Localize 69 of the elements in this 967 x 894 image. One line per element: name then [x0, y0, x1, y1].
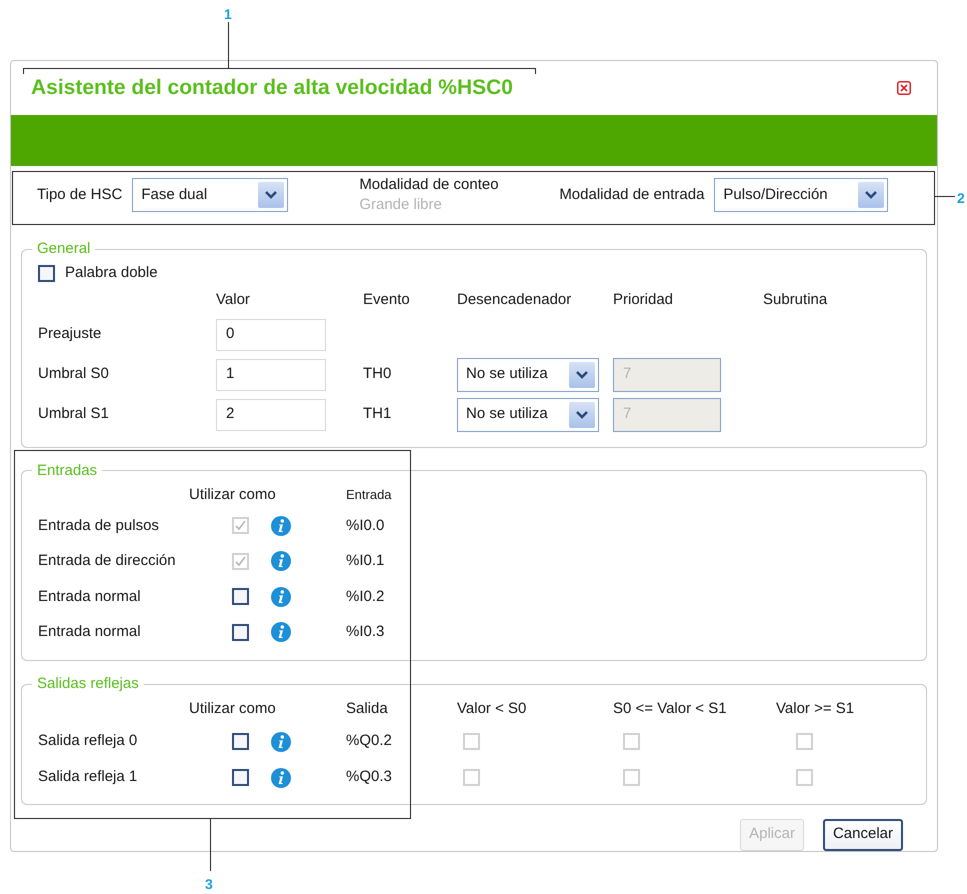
input-field[interactable]: 1	[216, 358, 326, 390]
column-header: Utilizar como	[189, 700, 276, 718]
close-button[interactable]	[897, 81, 911, 95]
checkbox[interactable]	[232, 733, 249, 750]
callout-number: 3	[205, 875, 213, 894]
cancel-button[interactable]: Cancelar	[822, 818, 903, 850]
input-field[interactable]: 0	[216, 318, 326, 350]
caret-icon	[865, 191, 878, 199]
info-icon[interactable]	[271, 732, 291, 752]
table-cell: %I0.3	[346, 623, 384, 640]
leader-line	[210, 819, 211, 871]
group-title: Entradas	[36, 460, 98, 480]
column-header: Prioridad	[613, 291, 674, 308]
input-field[interactable]: 2	[216, 398, 326, 430]
dropdown[interactable]: No se utiliza	[457, 358, 599, 392]
row-label: Entrada de dirección	[38, 552, 176, 569]
field-label: Tipo de HSC	[37, 184, 122, 205]
row-label: Entrada normal	[38, 588, 141, 604]
checkbox-label: Palabra doble	[65, 263, 158, 284]
leader-line	[228, 22, 229, 68]
info-icon[interactable]	[271, 768, 291, 788]
row-label: Preajuste	[38, 325, 102, 342]
info-icon[interactable]	[271, 622, 291, 642]
table-cell: %Q0.2	[346, 732, 392, 750]
table-cell: TH0	[363, 365, 392, 382]
info-icon[interactable]	[271, 586, 291, 607]
row-label: Salida refleja 1	[38, 768, 138, 786]
column-header: Entrada	[346, 487, 392, 502]
info-icon[interactable]	[271, 516, 291, 536]
field-label: Modalidad de entrada	[559, 184, 704, 205]
caret-icon	[265, 191, 278, 199]
column-header: Utilizar como	[189, 486, 276, 503]
caret-icon	[576, 410, 588, 418]
field-value: Grande libre	[359, 195, 443, 215]
callout-number: 2	[957, 189, 965, 208]
column-header: Evento	[363, 291, 410, 308]
table-cell: %I0.2	[346, 588, 384, 604]
column-header: Subrutina	[763, 291, 828, 308]
dropdown[interactable]: Pulso/Dirección	[714, 178, 888, 212]
checkbox[interactable]	[38, 265, 55, 282]
dropdown[interactable]: No se utiliza	[457, 398, 599, 432]
column-header: Salida	[346, 700, 388, 718]
group-title: Salidas reflejas	[36, 674, 140, 694]
field-label: Modalidad de conteo	[359, 175, 500, 195]
column-header: Valor	[216, 291, 250, 308]
table-cell: TH1	[363, 405, 392, 422]
table-cell: %Q0.3	[346, 768, 392, 786]
table-cell: %I0.0	[346, 516, 384, 534]
caret-icon	[576, 370, 588, 378]
leader-line	[935, 196, 955, 197]
row-label: Salida refleja 0	[38, 732, 138, 750]
close-icon	[897, 81, 911, 95]
callout-number: 1	[224, 5, 232, 24]
row-label: Entrada de pulsos	[38, 516, 159, 534]
column-header: S0 <= Valor < S1	[613, 700, 727, 718]
dropdown[interactable]: Fase dual	[132, 178, 288, 212]
checkbox[interactable]	[232, 769, 249, 786]
column-header: Valor >= S1	[776, 700, 854, 718]
window-title: Asistente del contador de alta velocidad %HSC0	[31, 78, 513, 98]
row-label: Umbral S0	[38, 365, 109, 382]
row-label: Entrada normal	[38, 623, 141, 640]
row-label: Umbral S1	[38, 405, 109, 422]
group-title: General	[36, 239, 92, 259]
checkbox[interactable]	[232, 588, 249, 606]
checkbox[interactable]	[232, 624, 249, 641]
table-cell: %I0.1	[346, 552, 384, 569]
column-header: Desencadenador	[457, 291, 572, 308]
info-icon[interactable]	[271, 551, 291, 572]
column-header: Valor < S0	[457, 700, 526, 718]
